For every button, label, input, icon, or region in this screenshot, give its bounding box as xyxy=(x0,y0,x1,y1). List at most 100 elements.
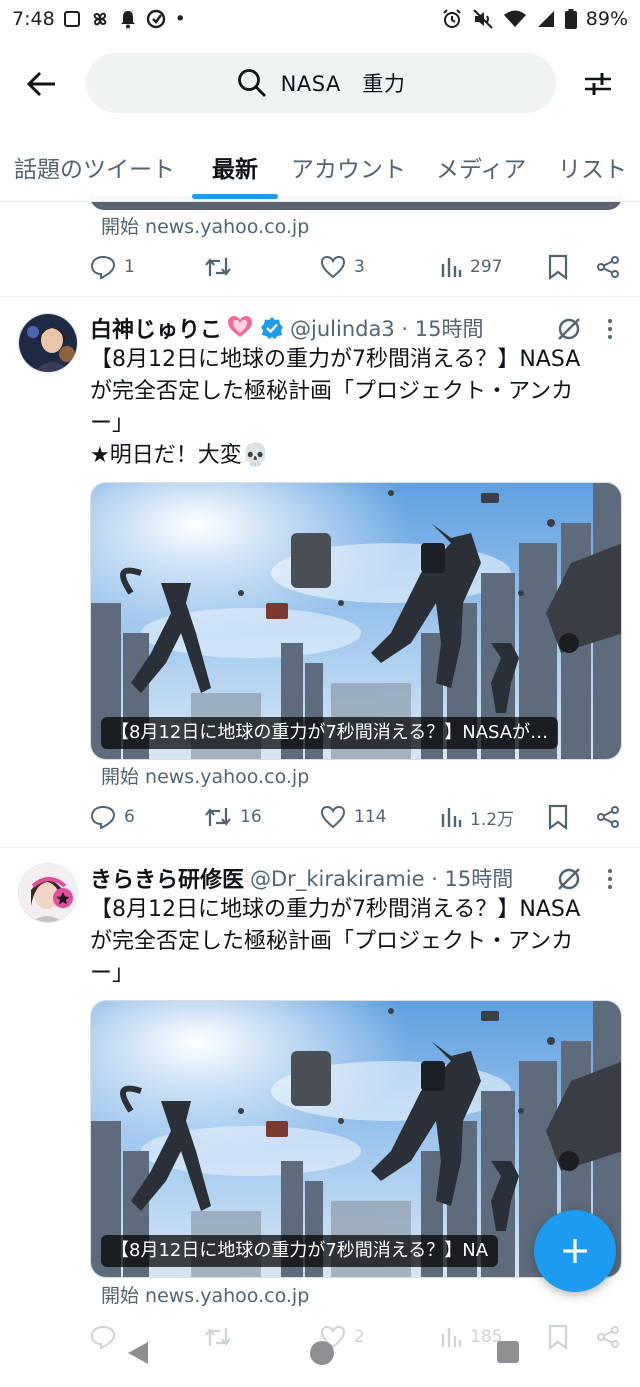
tweet-text-line: ー」 xyxy=(90,961,135,986)
like-count: 3 xyxy=(354,257,365,277)
reply-icon xyxy=(90,255,116,279)
search-filter-button[interactable] xyxy=(578,66,618,102)
tweet-2-actions: 6 16 114 1.2万 xyxy=(90,802,622,832)
tweet-3-card-source[interactable]: 開始 news.yahoo.co.jp xyxy=(101,1281,309,1308)
status-bar: 7:48 • 89% xyxy=(0,0,640,38)
tweet-text-line: 【8月12日に地球の重力が7秒間消える？】NASA xyxy=(90,347,581,372)
verified-badge-icon xyxy=(260,316,284,340)
image-caption: 【8月12日に地球の重力が7秒間消える？】NASAが… xyxy=(101,717,559,749)
avatar[interactable] xyxy=(18,313,78,373)
tweet-1-card-source[interactable]: 開始 news.yahoo.co.jp xyxy=(101,212,309,239)
tweet-3-text: 【8月12日に地球の重力が7秒間消える？】NASA が完全否定した極秘計画「プロ… xyxy=(90,894,620,990)
like-count: 114 xyxy=(354,807,387,827)
square-recents-icon xyxy=(497,1341,519,1363)
grok-icon xyxy=(558,318,580,340)
retweet-icon xyxy=(205,808,231,826)
compose-tweet-button[interactable] xyxy=(534,1210,616,1292)
nav-back-button[interactable] xyxy=(126,1340,150,1370)
handle-timestamp[interactable]: @julinda3 · 15時間 xyxy=(290,313,483,343)
view-count: 1.2万 xyxy=(470,809,515,830)
more-icon xyxy=(608,319,612,323)
share-button[interactable] xyxy=(596,252,620,282)
grok-icon xyxy=(558,868,580,890)
retweet-button[interactable] xyxy=(204,252,240,282)
bar-chart-icon xyxy=(441,258,462,277)
more-options-button[interactable] xyxy=(600,864,620,894)
retweet-button[interactable]: 16 xyxy=(204,802,262,832)
tab-lists[interactable]: リスト xyxy=(558,148,627,202)
nav-recents-button[interactable] xyxy=(496,1340,520,1368)
views-button[interactable]: 297 xyxy=(440,252,502,282)
like-button[interactable]: 114 xyxy=(320,802,386,832)
status-time: 7:48 xyxy=(12,8,55,30)
display-name[interactable]: きらきら研修医 xyxy=(90,862,244,894)
reply-button[interactable]: 6 xyxy=(90,802,135,832)
grok-button[interactable] xyxy=(554,314,584,344)
triangle-back-icon xyxy=(128,1342,148,1364)
tweet-2-text: 【8月12日に地球の重力が7秒間消える？】NASA が完全否定した極秘計画「プロ… xyxy=(90,344,620,472)
alarm-icon xyxy=(441,8,463,30)
tweet-1-actions: 1 3 297 xyxy=(90,252,622,282)
retweet-count: 16 xyxy=(240,807,262,827)
bookmark-button[interactable] xyxy=(548,802,568,832)
avatar[interactable] xyxy=(18,863,78,923)
grok-button[interactable] xyxy=(554,864,584,894)
tweet-text-line: が完全否定した極秘計画「プロジェクト・アンカ xyxy=(90,929,574,954)
divider xyxy=(0,296,640,297)
search-icon xyxy=(237,69,266,97)
arrow-left-icon xyxy=(27,71,55,97)
share-button[interactable] xyxy=(596,802,620,832)
tab-top[interactable]: 話題のツイート xyxy=(14,148,175,202)
reply-button[interactable]: 1 xyxy=(90,252,135,282)
handle-timestamp[interactable]: @Dr_kirakiramie · 15時間 xyxy=(250,863,513,893)
system-navigation-bar xyxy=(0,1318,640,1387)
wifi-icon xyxy=(503,9,527,29)
like-button[interactable]: 3 xyxy=(320,252,365,282)
search-header: NASA 重力 話題のツイート 最新 アカウント メディア リスト xyxy=(0,38,640,202)
retweet-icon xyxy=(205,258,231,276)
pinwheel-icon xyxy=(89,8,111,30)
search-tabs: 話題のツイート 最新 アカウント メディア リスト xyxy=(0,148,640,202)
tab-accounts[interactable]: アカウント xyxy=(291,148,406,202)
bookmark-icon xyxy=(548,254,568,280)
circle-home-icon xyxy=(310,1341,334,1365)
image-caption: 【8月12日に地球の重力が7秒間消える？】NA xyxy=(101,1235,499,1267)
share-icon xyxy=(597,256,619,278)
tweet-text-line: ー」 xyxy=(90,411,135,436)
plus-icon xyxy=(563,1239,587,1263)
tab-media[interactable]: メディア xyxy=(436,148,526,202)
battery-percent: 89% xyxy=(585,8,628,30)
more-icon xyxy=(608,869,612,873)
tweet-2-card-source[interactable]: 開始 news.yahoo.co.jp xyxy=(101,762,309,789)
active-tab-indicator xyxy=(192,194,278,199)
views-button[interactable]: 1.2万 xyxy=(440,802,514,832)
view-count: 297 xyxy=(470,257,503,277)
status-dot: • xyxy=(174,8,186,30)
heart-icon xyxy=(320,255,346,279)
tweet-text-line: ★明日だ！大変💀 xyxy=(90,443,270,468)
bookmark-icon xyxy=(548,804,568,830)
heart-icon xyxy=(320,805,346,829)
sliders-icon xyxy=(585,73,611,95)
battery-icon xyxy=(564,9,577,29)
signal-icon xyxy=(536,9,556,29)
nav-home-button[interactable] xyxy=(309,1340,335,1370)
tweet-2-header: 白神じゅりこ @julinda3 · 15時間 xyxy=(90,312,540,344)
search-query: NASA 重力 xyxy=(280,72,406,96)
tweet-2-link-card-image[interactable]: 【8月12日に地球の重力が7秒間消える？】NASAが… xyxy=(90,482,622,760)
reply-icon xyxy=(90,805,116,829)
tweet-3-header: きらきら研修医 @Dr_kirakiramie · 15時間 xyxy=(90,862,540,894)
mute-icon xyxy=(472,8,494,30)
search-input[interactable]: NASA 重力 xyxy=(86,53,556,113)
divider xyxy=(0,847,640,848)
display-name[interactable]: 白神じゅりこ xyxy=(90,312,222,344)
back-button[interactable] xyxy=(22,64,62,104)
bookmark-button[interactable] xyxy=(548,252,568,282)
bar-chart-icon xyxy=(441,808,462,827)
reply-count: 1 xyxy=(124,257,135,277)
heart-emoji xyxy=(226,314,254,342)
more-options-button[interactable] xyxy=(600,314,620,344)
bell-icon xyxy=(119,9,137,29)
tweet-text-line: 【8月12日に地球の重力が7秒間消える？】NASA xyxy=(90,897,581,922)
screen-icon xyxy=(63,10,81,28)
